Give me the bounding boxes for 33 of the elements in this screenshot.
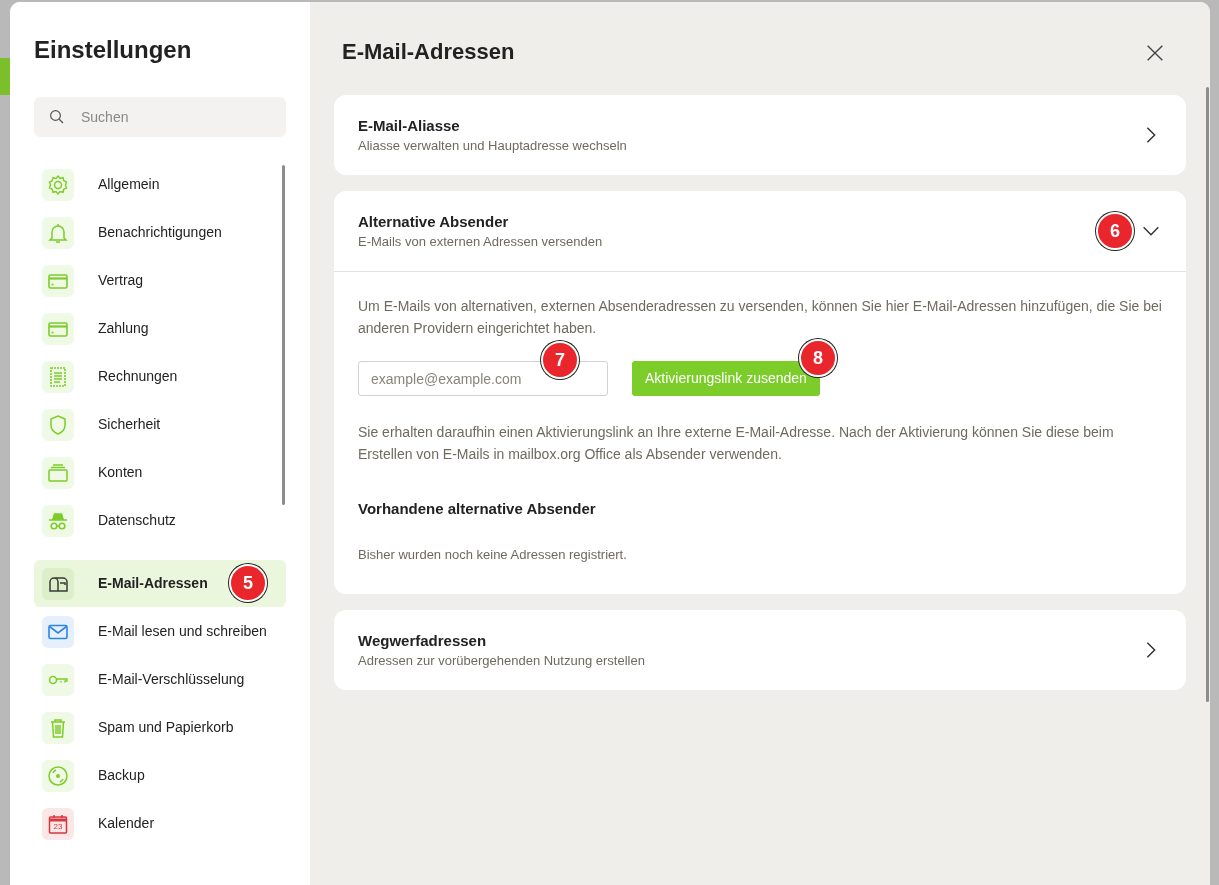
sidebar-item[interactable]: Backup: [34, 752, 286, 799]
marker-badge: 7: [541, 341, 579, 379]
sidebar-item[interactable]: Vertrag: [34, 257, 268, 304]
empty-state-text: Bisher wurden noch keine Adressen registriert.: [358, 545, 628, 564]
sidebar-item[interactable]: Allgemein: [34, 161, 268, 208]
search-icon: [48, 108, 66, 126]
sidebar-item[interactable]: E-Mail-Adressen 5: [34, 560, 286, 607]
sidebar-item[interactable]: Datenschutz: [34, 497, 268, 544]
marker-badge: 6: [1096, 212, 1134, 250]
subheading: Vorhandene alternative Absender: [358, 499, 597, 519]
sidebar-item[interactable]: Zahlung: [34, 305, 268, 352]
section-subtitle: E-Mails von externen Adressen versenden: [358, 232, 603, 251]
sidebar-item[interactable]: Spam und Papierkorb: [34, 704, 286, 751]
description-text: Um E-Mails von alternativen, externen Absenderadressen zu versenden, können Sie hier E-Mail-Adressen hinzufügen, die Sie bei anderen Providern eingerichtet haben.: [358, 297, 1162, 338]
section-title: Alternative Absender: [358, 211, 509, 232]
sidebar-item[interactable]: E-Mail-Verschlüsselung: [34, 656, 286, 703]
sidebar-item[interactable]: Sicherheit: [34, 401, 268, 448]
sidebar-item[interactable]: 23 Kalender: [34, 800, 286, 847]
section-subtitle: Adressen zur vorübergehenden Nutzung erstellen: [358, 651, 645, 670]
info-text: Sie erhalten daraufhin einen Aktivierungslink an Ihre externe E-Mail-Adresse. Nach der Aktivierung können Sie diese beim Erstellen von E-Mails in mailbox.org Office als Absender verwenden.: [358, 423, 1115, 464]
sidebar-item[interactable]: Rechnungen: [34, 353, 268, 400]
search-field[interactable]: Suchen: [34, 97, 286, 137]
disc-icon: [46, 763, 70, 788]
sidebar-item[interactable]: E-Mail lesen und schreiben: [34, 608, 286, 655]
marker-badge: 5: [229, 564, 267, 602]
section-title: Wegwerfadressen: [358, 630, 487, 651]
section-title: E-Mail-Aliasse: [358, 115, 460, 136]
sidebar-title: Einstellungen: [34, 36, 193, 64]
backdrop-bar: [0, 58, 10, 95]
sidebar-item[interactable]: Konten: [34, 449, 268, 496]
page-title: E-Mail-Adressen: [342, 38, 515, 66]
sidebar-item[interactable]: Benachrichtigungen: [34, 209, 268, 256]
section-subtitle: Aliasse verwalten und Hauptadresse wechseln: [358, 136, 627, 155]
